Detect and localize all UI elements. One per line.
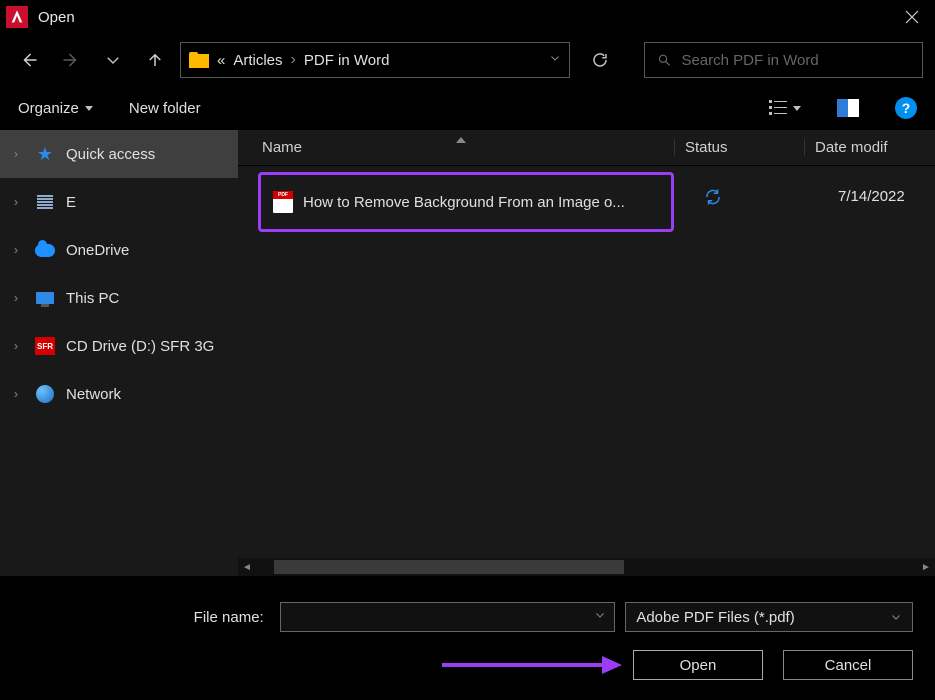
dialog-footer: File name: Adobe PDF Files (*.pdf) Open … <box>0 576 935 700</box>
sidebar-item-this-pc[interactable]: › This PC <box>0 274 238 322</box>
refresh-button[interactable] <box>582 42 618 78</box>
scrollbar-thumb[interactable] <box>274 560 624 574</box>
sidebar-item-cd-drive[interactable]: › SFR CD Drive (D:) SFR 3G <box>0 322 238 370</box>
chevron-right-icon: › <box>14 387 24 401</box>
window-title: Open <box>38 9 75 26</box>
sidebar-item-quick-access[interactable]: › ★ Quick access <box>0 130 238 178</box>
file-list-pane: Name Status Date modif How to Remove Bac… <box>238 130 935 576</box>
search-icon <box>657 52 671 68</box>
search-input[interactable] <box>681 52 910 69</box>
star-icon: ★ <box>34 145 56 163</box>
chevron-down-icon <box>793 106 801 111</box>
pc-icon <box>34 289 56 307</box>
annotation-arrow <box>442 658 622 672</box>
new-folder-button[interactable]: New folder <box>129 100 201 117</box>
sidebar-item-onedrive[interactable]: › OneDrive <box>0 226 238 274</box>
file-name: How to Remove Background From an Image o… <box>303 194 625 211</box>
pdf-file-icon <box>273 191 293 213</box>
help-button[interactable]: ? <box>895 97 917 119</box>
breadcrumb-seg-pdf-in-word[interactable]: PDF in Word <box>304 52 390 69</box>
chevron-down-icon <box>85 106 93 111</box>
breadcrumb-dropdown-icon[interactable] <box>549 51 561 69</box>
sidebar-item-label: This PC <box>66 290 119 307</box>
chevron-down-icon[interactable] <box>594 608 606 626</box>
up-button[interactable] <box>138 43 172 77</box>
chevron-right-icon: › <box>14 195 24 209</box>
filetype-label: Adobe PDF Files (*.pdf) <box>636 609 794 626</box>
file-sync-status-icon <box>704 188 722 211</box>
sidebar-item-label: OneDrive <box>66 242 129 259</box>
chevron-right-icon: › <box>14 291 24 305</box>
chevron-right-icon: › <box>291 51 296 69</box>
folder-icon <box>189 52 209 68</box>
details-view-icon <box>769 99 787 117</box>
chevron-right-icon: › <box>14 243 24 257</box>
preview-pane-button[interactable] <box>837 99 859 117</box>
sidebar-item-label: Network <box>66 386 121 403</box>
cancel-button[interactable]: Cancel <box>783 650 913 680</box>
column-header-name[interactable]: Name <box>238 139 674 156</box>
breadcrumb-prefix: « <box>217 52 225 69</box>
new-folder-label: New folder <box>129 100 201 117</box>
file-date: 7/14/2022 <box>838 188 905 205</box>
organize-label: Organize <box>18 100 79 117</box>
sfr-icon: SFR <box>34 337 56 355</box>
chevron-down-icon <box>890 611 902 623</box>
change-view-button[interactable] <box>769 99 801 117</box>
chevron-right-icon: › <box>14 339 24 353</box>
adobe-acrobat-icon <box>6 6 28 28</box>
file-list: How to Remove Background From an Image o… <box>238 166 935 558</box>
title-bar: Open <box>0 0 935 34</box>
sidebar-item-network[interactable]: › Network <box>0 370 238 418</box>
sidebar-item-label: Quick access <box>66 146 155 163</box>
column-header-date[interactable]: Date modif <box>804 139 935 156</box>
toolbar: Organize New folder ? <box>0 86 935 130</box>
sidebar-item-label: CD Drive (D:) SFR 3G <box>66 338 214 355</box>
nav-bar: « Articles › PDF in Word <box>0 34 935 86</box>
close-button[interactable] <box>889 0 935 34</box>
scroll-right-icon[interactable]: ► <box>917 558 935 576</box>
column-header-status[interactable]: Status <box>674 139 804 156</box>
search-box[interactable] <box>644 42 923 78</box>
forward-button[interactable] <box>54 43 88 77</box>
filetype-dropdown[interactable]: Adobe PDF Files (*.pdf) <box>625 602 913 632</box>
open-button[interactable]: Open <box>633 650 763 680</box>
sidebar-item-e-drive[interactable]: › E <box>0 178 238 226</box>
recent-locations-button[interactable] <box>96 43 130 77</box>
breadcrumb[interactable]: « Articles › PDF in Word <box>180 42 570 78</box>
network-icon <box>34 385 56 403</box>
scroll-left-icon[interactable]: ◄ <box>238 558 256 576</box>
breadcrumb-seg-articles[interactable]: Articles <box>233 52 282 69</box>
navigation-sidebar: › ★ Quick access › E › OneDrive › This P… <box>0 130 238 576</box>
back-button[interactable] <box>12 43 46 77</box>
drive-icon <box>34 193 56 211</box>
file-row[interactable]: How to Remove Background From an Image o… <box>258 172 674 232</box>
filename-label: File name: <box>22 609 270 626</box>
scrollbar-track[interactable] <box>274 560 899 574</box>
column-headers: Name Status Date modif <box>238 130 935 166</box>
organize-button[interactable]: Organize <box>18 100 93 117</box>
sidebar-item-label: E <box>66 194 76 211</box>
chevron-right-icon: › <box>14 147 24 161</box>
horizontal-scrollbar[interactable]: ◄ ► <box>238 558 935 576</box>
onedrive-icon <box>34 241 56 259</box>
filename-input[interactable] <box>280 602 616 632</box>
sort-ascending-icon <box>456 137 466 143</box>
